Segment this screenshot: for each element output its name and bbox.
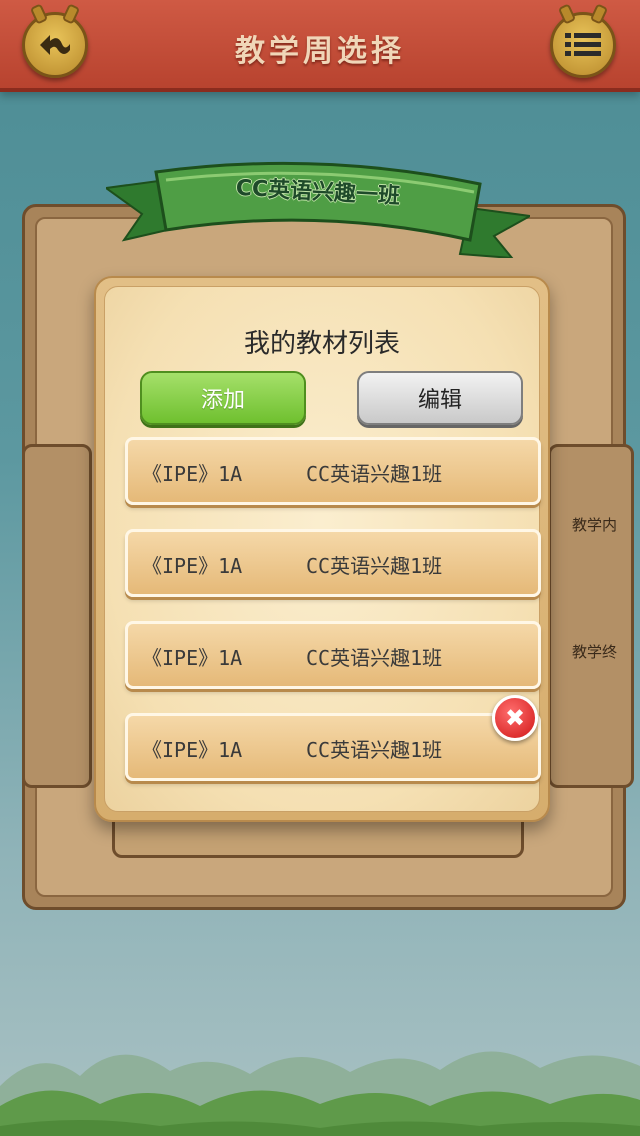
textbook-list-dialog: 我的教材列表 添加 编辑 《IPE》1A CC英语兴趣1班 《IPE》1A CC… bbox=[94, 276, 550, 822]
right-side-panel bbox=[548, 444, 634, 788]
textbook-list-item[interactable]: 《IPE》1A CC英语兴趣1班 bbox=[125, 529, 541, 597]
item-textbook-code: 《IPE》1A bbox=[142, 738, 243, 762]
item-class-name: CC英语兴趣1班 bbox=[306, 554, 443, 578]
side-label-2: 教学终 bbox=[572, 643, 618, 661]
item-textbook-code: 《IPE》1A bbox=[142, 462, 243, 486]
menu-list-icon bbox=[565, 33, 601, 56]
item-textbook-code: 《IPE》1A bbox=[142, 646, 243, 670]
item-class-name: CC英语兴趣1班 bbox=[306, 738, 443, 762]
dialog-title: 我的教材列表 bbox=[243, 329, 400, 359]
menu-button[interactable] bbox=[550, 12, 616, 78]
item-textbook-code: 《IPE》1A bbox=[142, 554, 243, 578]
textbook-list-item[interactable]: 《IPE》1A CC英语兴趣1班 bbox=[125, 437, 541, 505]
top-bar: 教学周选择 bbox=[0, 0, 640, 92]
textbook-list-item[interactable]: 《IPE》1A CC英语兴趣1班 bbox=[125, 713, 541, 781]
bottom-hills-decoration bbox=[0, 1051, 640, 1136]
left-side-panel bbox=[22, 444, 92, 788]
item-class-name: CC英语兴趣1班 bbox=[306, 646, 443, 670]
page-title: 教学周选择 bbox=[235, 34, 405, 69]
add-button[interactable]: 添加 bbox=[140, 371, 306, 425]
close-icon: ✖ bbox=[504, 704, 526, 732]
dialog-body: 我的教材列表 添加 编辑 《IPE》1A CC英语兴趣1班 《IPE》1A CC… bbox=[104, 286, 541, 812]
delete-item-button[interactable]: ✖ bbox=[492, 695, 538, 741]
side-label-1: 教学内 bbox=[572, 516, 618, 534]
textbook-list-item[interactable]: 《IPE》1A CC英语兴趣1班 bbox=[125, 621, 541, 689]
edit-button[interactable]: 编辑 bbox=[357, 371, 523, 425]
class-ribbon-banner: CC英语兴趣一班 bbox=[106, 158, 530, 258]
item-class-name: CC英语兴趣1班 bbox=[306, 462, 443, 486]
